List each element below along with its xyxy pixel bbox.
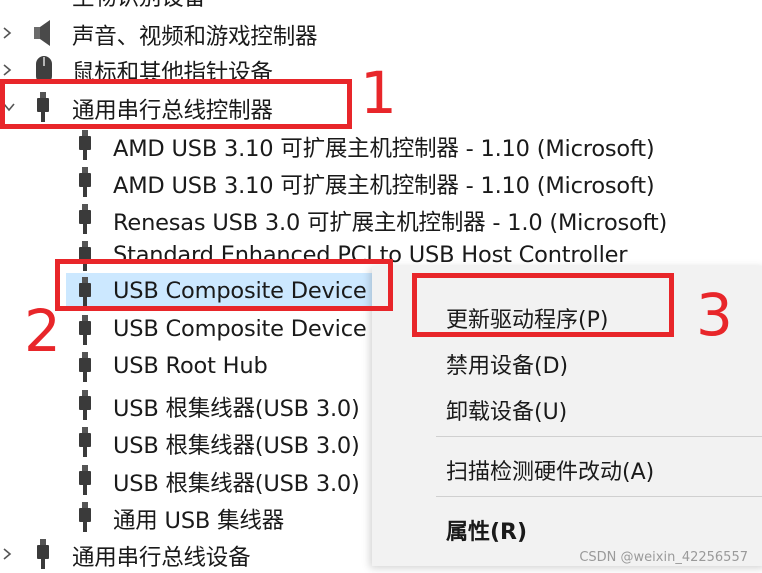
usb-icon [76,465,94,495]
usb-icon [76,167,94,197]
tree-item-label: Renesas USB 3.0 可扩展主机控制器 - 1.0 (Microsof… [113,210,668,236]
menu-item-scan-hardware[interactable]: 扫描检测硬件改动(A) [446,454,654,486]
tree-item-label: 声音、视频和游戏控制器 [72,24,318,50]
speaker-icon [32,18,54,54]
watermark: CSDN @weixin_42256557 [579,550,748,565]
tree-item-generic-usb-hub[interactable]: 通用 USB 集线器 [0,498,380,535]
menu-separator [436,436,762,437]
tree-item-usb-root-hub-3-c[interactable]: USB 根集线器(USB 3.0) [0,461,380,498]
menu-item-uninstall-device[interactable]: 卸载设备(U) [446,394,567,426]
tree-item-renesas-usb[interactable]: Renesas USB 3.0 可扩展主机控制器 - 1.0 (Microsof… [0,200,700,237]
tree-item-label: USB 根集线器(USB 3.0) [113,396,360,422]
annotation-box-1 [0,79,352,129]
chevron-right-icon[interactable] [0,547,14,561]
usb-icon [76,427,94,457]
tree-item-label: 生物识别设备 [72,0,206,12]
tree-item-label: 通用串行总线设备 [72,545,251,571]
tree-item-sound[interactable]: 声音、视频和游戏控制器 [0,14,380,51]
tree-item-usb-root-hub-3-a[interactable]: USB 根集线器(USB 3.0) [0,386,380,423]
tree-item-label: USB 根集线器(USB 3.0) [113,471,360,497]
annotation-box-2 [55,259,393,311]
usb-icon [76,502,94,532]
tree-item-label: USB 根集线器(USB 3.0) [113,433,360,459]
tree-item-amd-usb-1[interactable]: AMD USB 3.10 可扩展主机控制器 - 1.10 (Microsoft) [0,126,700,163]
usb-icon [76,204,94,234]
usb-icon [76,315,94,345]
usb-icon [76,130,94,160]
tree-item-label: USB Root Hub [113,353,268,379]
menu-separator [436,496,762,497]
annotation-number-3: 3 [696,281,733,349]
annotation-number-2: 2 [24,297,61,365]
chevron-right-icon[interactable] [0,63,14,77]
device-manager-view: 生物识别设备 声音、视频和游戏控制器 [0,0,762,573]
tree-item-usb-devices[interactable]: 通用串行总线设备 [0,535,380,572]
menu-item-properties[interactable]: 属性(R) [446,514,527,546]
tree-item-usb-root-hub-3-b[interactable]: USB 根集线器(USB 3.0) [0,423,380,460]
chevron-right-icon[interactable] [0,26,14,40]
tree-item-label: AMD USB 3.10 可扩展主机控制器 - 1.10 (Microsoft) [113,173,655,199]
usb-icon [76,352,94,382]
tree-item-label: AMD USB 3.10 可扩展主机控制器 - 1.10 (Microsoft) [113,136,655,162]
annotation-box-3 [412,273,674,337]
tree-item-amd-usb-2[interactable]: AMD USB 3.10 可扩展主机控制器 - 1.10 (Microsoft) [0,163,700,200]
usb-icon [76,390,94,420]
usb-icon [34,539,52,569]
tree-item-label: USB Composite Device [113,316,367,342]
tree-item-label: 通用 USB 集线器 [113,508,284,534]
annotation-number-1: 1 [360,59,397,127]
menu-item-disable-device[interactable]: 禁用设备(D) [446,348,568,380]
